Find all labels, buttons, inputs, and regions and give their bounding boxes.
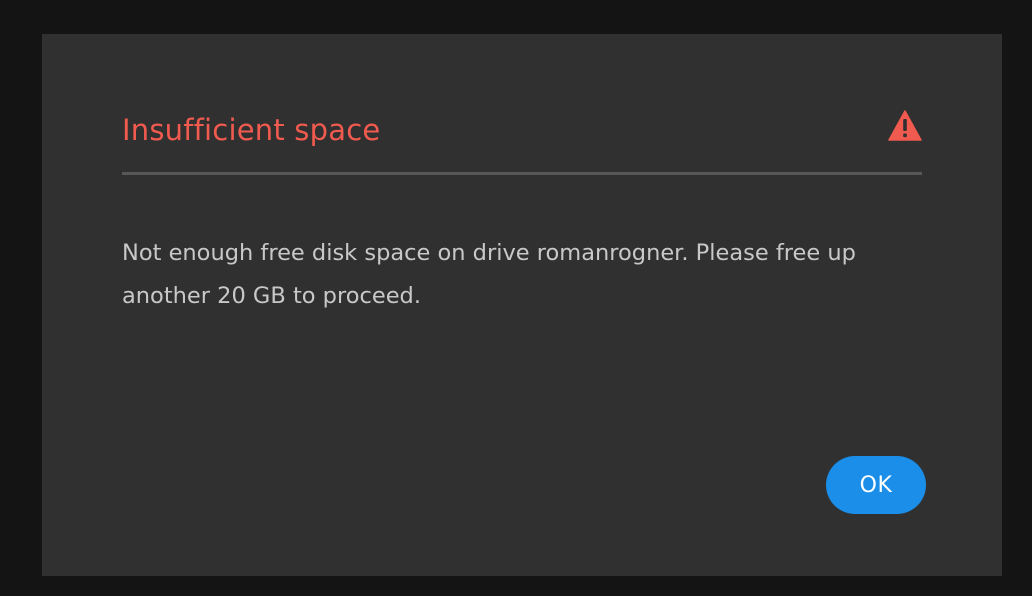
dialog-message: Not enough free disk space on drive roma…: [122, 232, 902, 318]
header-divider: [122, 172, 922, 175]
alert-dialog: Insufficient space Not enough free disk …: [42, 34, 1002, 576]
ok-button[interactable]: OK: [826, 456, 926, 514]
dialog-header: Insufficient space: [122, 108, 922, 152]
warning-icon: [888, 110, 922, 141]
message-line-2: another 20 GB to proceed.: [122, 283, 421, 309]
message-line-1: Not enough free disk space on drive roma…: [122, 240, 856, 266]
dialog-title: Insufficient space: [122, 113, 381, 147]
